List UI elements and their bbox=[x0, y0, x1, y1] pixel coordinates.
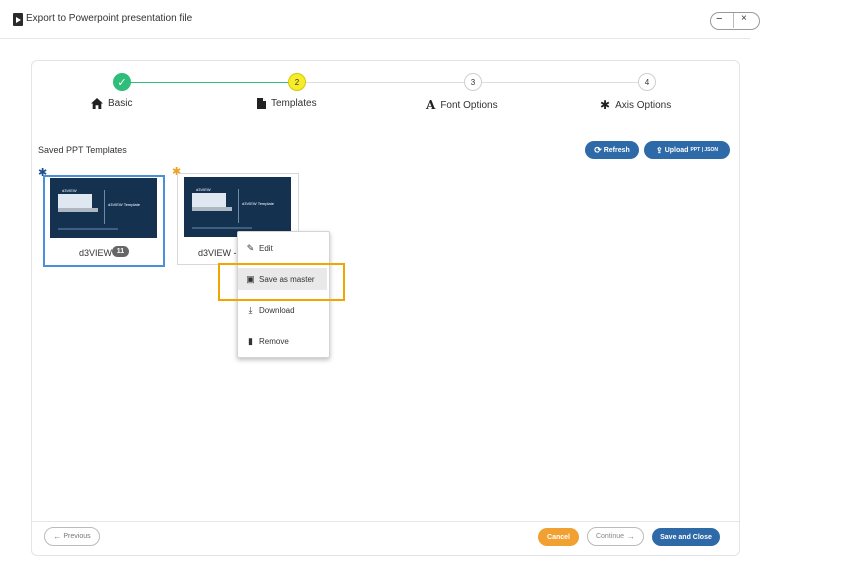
window-title: Export to Powerpoint presentation file bbox=[26, 13, 193, 24]
thumbnail-title: d3VIEW Template bbox=[242, 201, 274, 206]
gear-icon: ✱ bbox=[600, 98, 611, 112]
font-icon: A bbox=[426, 98, 436, 112]
stepper-connector-pending bbox=[306, 82, 470, 83]
thumbnail-divider bbox=[104, 190, 105, 224]
minimize-button[interactable]: − bbox=[716, 13, 722, 25]
close-button[interactable]: × bbox=[741, 13, 747, 24]
refresh-button[interactable]: ⟳ Refresh bbox=[585, 141, 639, 159]
menu-item-label: Download bbox=[259, 305, 295, 315]
template-thumbnail[interactable]: d3VIEW d3VIEW Template bbox=[184, 177, 291, 237]
thumbnail-graphic bbox=[192, 193, 226, 207]
previous-button[interactable]: ← Previous bbox=[44, 527, 100, 546]
previous-label: Previous bbox=[63, 533, 91, 540]
menu-item-label: Remove bbox=[259, 336, 289, 346]
upload-label: Upload bbox=[664, 146, 689, 154]
upload-button[interactable]: ⇪ Upload PPT | JSON bbox=[644, 141, 730, 159]
thumbnail-logo: d3VIEW bbox=[196, 187, 211, 192]
menu-item-edit[interactable]: ✎ Edit bbox=[238, 237, 327, 259]
menu-item-label: Edit bbox=[259, 243, 273, 253]
step-3-indicator[interactable]: 3 bbox=[464, 73, 482, 91]
step-templates[interactable]: Templates bbox=[257, 98, 317, 109]
thumbnail-graphic bbox=[58, 208, 98, 212]
step-axis-options[interactable]: ✱ Axis Options bbox=[600, 98, 671, 112]
continue-button[interactable]: Continue → bbox=[587, 527, 644, 546]
menu-item-remove[interactable]: ▮ Remove bbox=[238, 330, 327, 352]
step-label-font-options: Font Options bbox=[440, 99, 498, 111]
refresh-icon: ⟳ bbox=[594, 144, 602, 155]
save-and-close-button[interactable]: Save and Close bbox=[652, 528, 720, 546]
menu-item-download[interactable]: ⤓ Download bbox=[238, 299, 327, 321]
download-icon: ⤓ bbox=[248, 304, 253, 315]
arrow-left-icon: ← bbox=[53, 532, 62, 541]
section-label: Saved PPT Templates bbox=[38, 145, 127, 155]
cancel-button[interactable]: Cancel bbox=[538, 528, 579, 546]
continue-label: Continue bbox=[595, 533, 625, 540]
step-basic[interactable]: Basic bbox=[91, 98, 132, 109]
wizard-panel bbox=[31, 60, 740, 556]
step-font-options[interactable]: A Font Options bbox=[426, 98, 498, 112]
trash-icon: ▮ bbox=[248, 335, 253, 346]
thumbnail-title: d3VIEW Template bbox=[108, 202, 140, 207]
step-2-indicator[interactable]: 2 bbox=[288, 73, 306, 91]
arrow-right-icon: → bbox=[627, 532, 636, 541]
thumbnail-logo: d3VIEW bbox=[62, 188, 77, 193]
step-label-templates: Templates bbox=[271, 98, 317, 109]
powerpoint-file-icon bbox=[13, 13, 23, 26]
upload-icon: ⇪ bbox=[656, 145, 663, 155]
step-4-indicator[interactable]: 4 bbox=[638, 73, 656, 91]
thumbnail-divider bbox=[238, 189, 239, 223]
highlight-box bbox=[218, 263, 345, 301]
step-label-axis-options: Axis Options bbox=[615, 99, 672, 111]
template-thumbnail[interactable]: d3VIEW d3VIEW Template bbox=[50, 178, 157, 238]
template-name: d3VIEW - bbox=[198, 248, 237, 258]
stepper-connector-pending bbox=[480, 82, 646, 83]
footer-divider bbox=[32, 521, 739, 522]
home-icon bbox=[91, 98, 103, 109]
edit-icon: ✎ bbox=[246, 242, 255, 253]
refresh-label: Refresh bbox=[603, 146, 630, 154]
usage-count-badge: 11 bbox=[112, 246, 129, 257]
thumbnail-graphic bbox=[192, 227, 252, 229]
upload-sublabel: PPT | JSON bbox=[690, 147, 718, 153]
template-name: d3VIEW bbox=[79, 248, 113, 258]
step-label-basic: Basic bbox=[108, 98, 133, 109]
thumbnail-graphic bbox=[58, 228, 118, 230]
stepper-connector-complete bbox=[124, 82, 297, 83]
window-controls-divider bbox=[733, 13, 734, 28]
thumbnail-graphic bbox=[58, 194, 92, 208]
file-icon bbox=[257, 98, 266, 109]
step-1-indicator[interactable]: ✓ bbox=[113, 73, 131, 91]
thumbnail-graphic bbox=[192, 207, 232, 211]
